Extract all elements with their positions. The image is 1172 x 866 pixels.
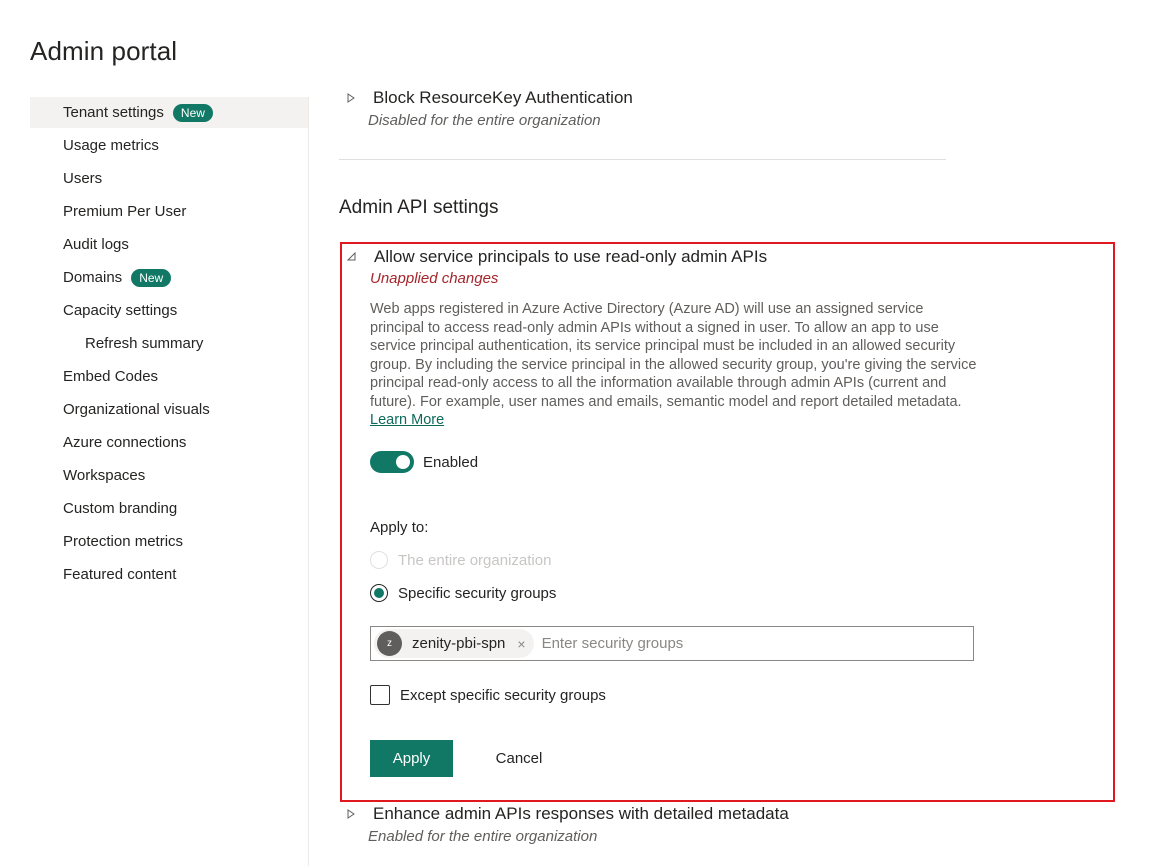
radio-entire-organization[interactable]: The entire organization (370, 551, 551, 569)
sidebar-item-label: Organizational visuals (63, 401, 210, 418)
radio-specific-security-groups[interactable]: Specific security groups (370, 584, 556, 602)
toggle-knob (396, 455, 410, 469)
sidebar-item-featured-content[interactable]: Featured content (30, 559, 308, 590)
sidebar-item-label: Usage metrics (63, 137, 159, 154)
security-group-picker[interactable]: z zenity-pbi-spn × (370, 626, 974, 661)
sidebar-item-premium-per-user[interactable]: Premium Per User (30, 196, 308, 227)
setting-description: Web apps registered in Azure Active Dire… (370, 300, 980, 430)
sidebar-item-label: Tenant settings (63, 104, 164, 121)
sidebar-item-label: Workspaces (63, 467, 146, 484)
radio-selected-dot (374, 588, 384, 598)
sidebar-item-tenant-settings[interactable]: Tenant settings New (30, 97, 308, 128)
settings-panel: Block ResourceKey Authentication Disable… (339, 0, 1172, 866)
sidebar-item-label: Featured content (63, 566, 177, 583)
chip-label: zenity-pbi-spn (412, 635, 506, 652)
sidebar-item-azure-connections[interactable]: Azure connections (30, 427, 308, 458)
sidebar-item-label: Protection metrics (63, 533, 184, 550)
sidebar-item-label: Refresh summary (85, 335, 204, 352)
except-security-groups-checkbox-row[interactable]: Except specific security groups (370, 685, 606, 705)
sidebar-item-domains[interactable]: Domains New (30, 262, 308, 293)
sidebar-item-label: Azure connections (63, 434, 187, 451)
description-text: Web apps registered in Azure Active Dire… (370, 301, 977, 410)
apply-to-label: Apply to: (370, 519, 429, 536)
radio-circle[interactable] (370, 551, 388, 569)
setting-title: Enhance admin APIs responses with detail… (373, 804, 789, 823)
enabled-toggle[interactable] (370, 451, 414, 473)
page-title: Admin portal (30, 36, 178, 66)
section-title: Admin API settings (339, 197, 499, 218)
sidebar-item-custom-branding[interactable]: Custom branding (30, 493, 308, 524)
sidebar-item-label: Premium Per User (63, 203, 187, 220)
sidebar-item-label: Custom branding (63, 500, 178, 517)
except-security-groups-checkbox[interactable] (370, 685, 390, 705)
setting-header-service-principals[interactable]: Allow service principals to use read-onl… (345, 247, 767, 267)
sidebar-item-capacity-settings[interactable]: Capacity settings (30, 295, 308, 326)
sidebar-item-label: Domains (63, 269, 123, 286)
radio-circle[interactable] (370, 584, 388, 602)
sidebar-item-protection-metrics[interactable]: Protection metrics (30, 526, 308, 557)
sidebar: Tenant settings New Usage metrics Users … (30, 97, 309, 866)
toggle-label: Enabled (423, 453, 479, 471)
checkbox-label: Except specific security groups (400, 686, 606, 704)
unapplied-changes-status: Unapplied changes (370, 270, 499, 287)
sidebar-item-label: Embed Codes (63, 368, 159, 385)
chevron-down-icon[interactable] (345, 250, 359, 264)
setting-title: Allow service principals to use read-onl… (374, 247, 768, 266)
enabled-toggle-row: Enabled (370, 451, 478, 473)
sidebar-item-label: Audit logs (63, 236, 129, 253)
setting-header-enhance-metadata[interactable]: Enhance admin APIs responses with detail… (344, 804, 789, 824)
cancel-button[interactable]: Cancel (479, 740, 559, 777)
avatar: z (377, 631, 402, 656)
sidebar-item-usage-metrics[interactable]: Usage metrics (30, 130, 308, 161)
setting-status: Enabled for the entire organization (368, 828, 598, 845)
new-badge: New (131, 268, 172, 287)
sidebar-item-embed-codes[interactable]: Embed Codes (30, 361, 308, 392)
radio-label: Specific security groups (398, 584, 557, 602)
sidebar-item-audit-logs[interactable]: Audit logs (30, 229, 308, 260)
divider (339, 159, 946, 160)
sidebar-item-users[interactable]: Users (30, 163, 308, 194)
radio-label: The entire organization (398, 551, 552, 569)
security-group-chip: z zenity-pbi-spn × (374, 629, 534, 658)
sidebar-item-workspaces[interactable]: Workspaces (30, 460, 308, 491)
setting-status: Disabled for the entire organization (368, 112, 601, 129)
learn-more-link[interactable]: Learn More (370, 412, 444, 428)
security-group-input[interactable] (539, 629, 973, 658)
close-icon[interactable]: × (517, 636, 525, 652)
sidebar-item-label: Users (63, 170, 103, 187)
new-badge: New (172, 103, 213, 122)
sidebar-item-label: Capacity settings (63, 302, 178, 319)
apply-button[interactable]: Apply (370, 740, 453, 777)
setting-title: Block ResourceKey Authentication (373, 88, 633, 107)
chevron-right-icon[interactable] (344, 91, 358, 105)
sidebar-item-refresh-summary[interactable]: Refresh summary (30, 328, 308, 359)
setting-header-block-resourcekey[interactable]: Block ResourceKey Authentication (344, 88, 633, 108)
chevron-right-icon[interactable] (344, 807, 358, 821)
sidebar-item-organizational-visuals[interactable]: Organizational visuals (30, 394, 308, 425)
